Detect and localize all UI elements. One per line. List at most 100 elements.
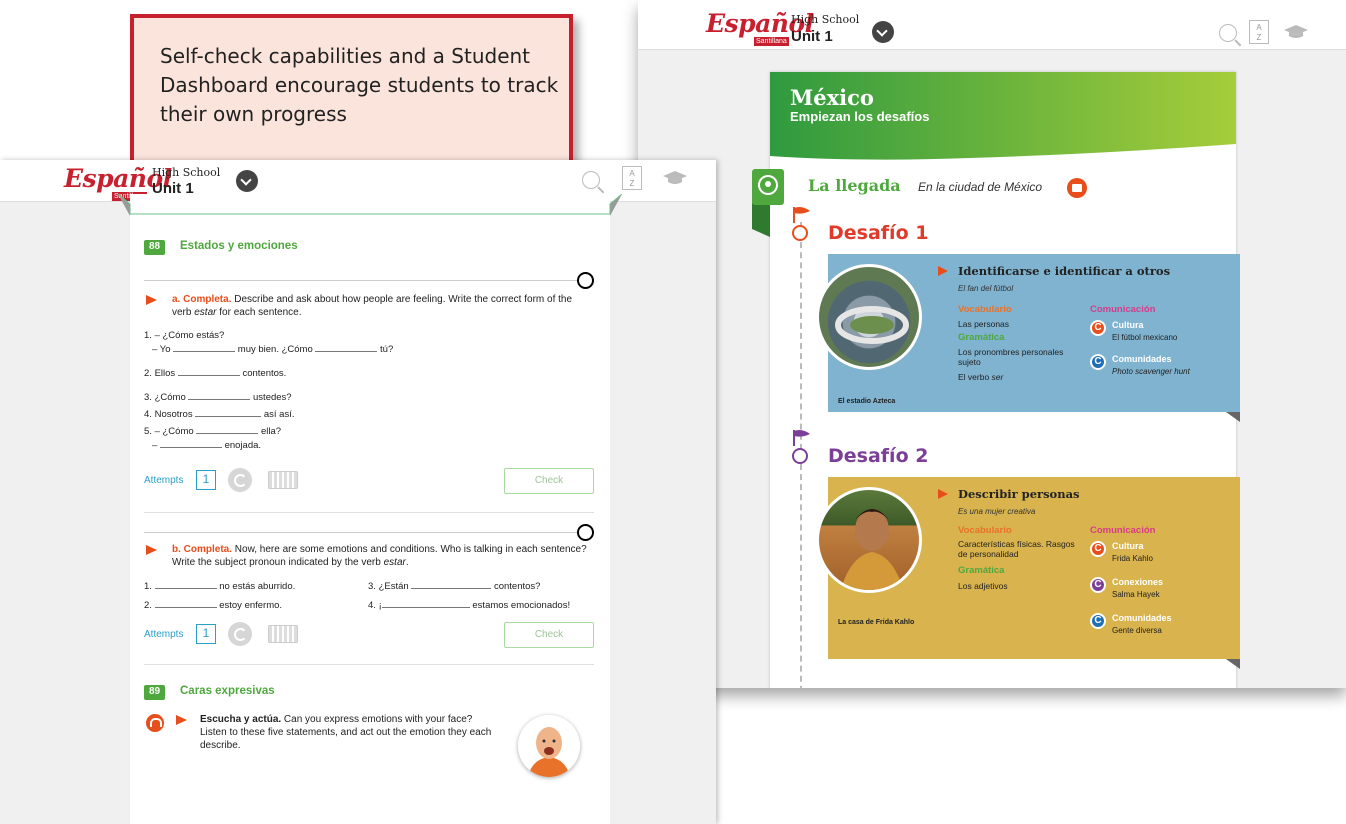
course-page: México Empiezan los desafíos La llegada … [752, 72, 1240, 688]
comunidades-badge-icon: C [1090, 613, 1106, 629]
answer-blank[interactable] [154, 599, 217, 608]
progress-ring-icon [577, 272, 594, 289]
grammar-heading: Gramática [958, 332, 1005, 343]
conexiones-badge-icon: C [1090, 577, 1106, 593]
frida-kahlo-portrait [816, 487, 922, 593]
timer-icon [792, 448, 808, 464]
item-2: 2. Ellos contentos. [144, 367, 287, 379]
timer-icon [792, 225, 808, 241]
comunidades-title[interactable]: Comunidades [1112, 613, 1172, 623]
vocab-heading: Vocabulario [958, 304, 1012, 315]
location-ribbon-icon [752, 169, 784, 237]
unit-label: Unit 1 [791, 28, 833, 45]
desafio-1-card[interactable]: El estadio Azteca Identificarse e identi… [816, 254, 1240, 422]
man-expression-avatar [518, 715, 580, 777]
topic-title[interactable]: Identificarse e identificar a otros [958, 264, 1170, 278]
audio-headphones-icon[interactable] [146, 714, 164, 732]
check-button[interactable]: Check [504, 468, 594, 494]
red-flag-icon [793, 207, 810, 223]
cultura-text: Frida Kahlo [1112, 554, 1153, 563]
chevron-down-icon[interactable] [872, 21, 894, 43]
section-title: Estados y emociones [180, 240, 298, 252]
arrival-subtitle: En la ciudad de México [918, 180, 1043, 194]
topic-title[interactable]: Describir personas [958, 487, 1080, 501]
progress-ring-icon [577, 524, 594, 541]
callout-text: Self-check capabilities and a Student Da… [160, 44, 559, 126]
cultura-badge-icon: C [1090, 541, 1106, 557]
exercise-arrow-icon [176, 715, 187, 725]
search-icon[interactable] [582, 171, 600, 189]
conexiones-title[interactable]: Conexiones [1112, 577, 1163, 587]
comunidades-text: Gente diversa [1112, 626, 1162, 635]
desafio-2-title[interactable]: Desafío 2 [828, 445, 928, 467]
divider [144, 532, 584, 533]
item-5-question: 5. – ¿Cómo ella? [144, 425, 282, 437]
level-label: High School [791, 13, 860, 26]
check-button[interactable]: Check [504, 622, 594, 648]
page-fold [1226, 412, 1240, 422]
grammar-text-2: El verbo ser [958, 372, 1004, 382]
desafio-2-card[interactable]: La casa de Frida Kahlo Describir persona… [816, 477, 1240, 669]
exercise-b-instructions: b. Completa. Now, here are some emotions… [172, 544, 587, 568]
comunidades-title[interactable]: Comunidades [1112, 354, 1172, 364]
exercise-arrow-icon [146, 545, 157, 555]
answer-blank[interactable] [195, 408, 262, 417]
cultura-title[interactable]: Cultura [1112, 320, 1144, 330]
item-b1: 1. no estás aburrido. [144, 580, 296, 592]
photo-caption: El estadio Azteca [838, 398, 896, 405]
answer-blank[interactable] [315, 343, 378, 352]
item-b2: 2. estoy enfermo. [144, 599, 283, 611]
answer-blank[interactable] [196, 425, 259, 434]
glossary-az-icon[interactable]: AZ [622, 166, 642, 190]
answer-blank[interactable] [173, 343, 236, 352]
arrival-title: La llegada [808, 176, 901, 195]
vocab-text: Las personas [958, 319, 1010, 329]
item-3: 3. ¿Cómo ustedes? [144, 391, 292, 403]
section-title: Caras expresivas [180, 685, 275, 697]
glossary-az-icon[interactable]: AZ [1249, 20, 1269, 44]
exercise-a-instructions: a. Completa. Describe and ask about how … [172, 294, 573, 318]
cultura-badge-icon: C [1090, 320, 1106, 336]
section-number: 89 [144, 685, 166, 700]
graduation-cap-icon[interactable] [1284, 25, 1308, 39]
answer-blank[interactable] [188, 391, 251, 400]
answer-blank[interactable] [177, 367, 240, 376]
exercise-89-instructions: Escucha y actúa. Can you express emotion… [200, 714, 492, 751]
estadio-azteca-photo [816, 264, 922, 370]
video-camera-icon[interactable] [1067, 178, 1087, 198]
grammar-text-1: Los pronombres personales sujeto [958, 347, 1064, 367]
cultura-title[interactable]: Cultura [1112, 541, 1144, 551]
course-overview-window: Español Santillana High School Unit 1 AZ [638, 0, 1346, 688]
graduation-cap-icon[interactable] [663, 171, 687, 185]
attempts-counter: 1 [196, 470, 216, 490]
keyboard-icon[interactable] [268, 625, 298, 643]
level-label: High School [152, 166, 221, 179]
portrait-image [840, 509, 904, 590]
reset-icon[interactable] [228, 468, 252, 492]
exercise-page: 88 Estados y emociones a. Completa. Desc… [118, 194, 622, 824]
desafio-1-title[interactable]: Desafío 1 [828, 222, 928, 244]
search-icon[interactable] [1219, 24, 1237, 42]
comunidades-badge-icon: C [1090, 354, 1106, 370]
attempts-label: Attempts [144, 629, 184, 640]
item-5-answer: – enojada. [152, 439, 262, 451]
section-number: 88 [144, 240, 166, 255]
keyboard-icon[interactable] [268, 471, 298, 489]
answer-blank[interactable] [381, 599, 470, 608]
grammar-heading: Gramática [958, 565, 1005, 576]
answer-blank[interactable] [159, 439, 222, 448]
answer-blank[interactable] [411, 580, 492, 589]
divider [144, 280, 584, 281]
top-bar: Español Santillana High School Unit 1 AZ [638, 0, 1346, 50]
item-1-question: 1. – ¿Cómo estás? [144, 330, 225, 341]
vocab-text: Características físicas. Rasgos de perso… [958, 539, 1075, 559]
communication-heading: Comunicación [1090, 304, 1156, 315]
divider [144, 512, 594, 513]
item-1-answer: – Yo muy bien. ¿Cómo tú? [152, 343, 394, 355]
reset-icon[interactable] [228, 622, 252, 646]
chevron-down-icon[interactable] [236, 170, 258, 192]
topic-arrow-icon [938, 489, 948, 499]
answer-blank[interactable] [154, 580, 217, 589]
vocab-heading: Vocabulario [958, 525, 1012, 536]
topic-arrow-icon [938, 266, 948, 276]
